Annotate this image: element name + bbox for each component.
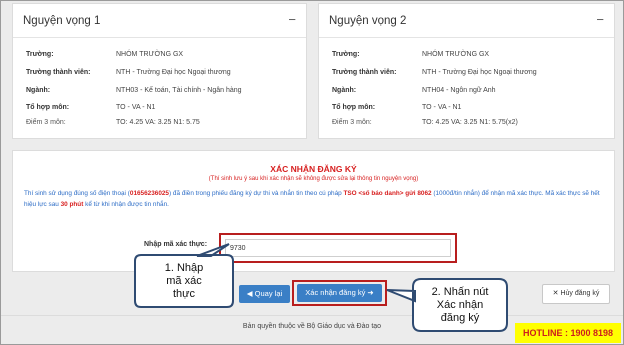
confirm-title: XÁC NHẬN ĐĂNG KÝ: [270, 164, 357, 174]
wish-2-title: Nguyện vọng 2: [329, 15, 407, 27]
callout-step-1: 1. Nhập mã xác thực: [164, 262, 204, 300]
label-scores: Điểm 3 môn:: [26, 119, 66, 126]
close-icon: ✕: [552, 290, 559, 297]
wish-1-card: Nguyện vọng 1 − Trường: NHÓM TRƯỜNG GX T…: [12, 3, 307, 139]
wish-1-header[interactable]: Nguyện vọng 1 −: [13, 4, 306, 38]
wish-2-card: Nguyện vọng 2 − Trường: NHÓM TRƯỜNG GX T…: [318, 3, 615, 139]
phone-number: 01656236025: [129, 190, 169, 197]
code-expiry: 30 phút: [60, 201, 84, 208]
label-subject-combo: Tổ hợp môn:: [332, 104, 376, 111]
confirm-button-highlight: Xác nhận đăng ký ➜: [292, 280, 387, 306]
back-button[interactable]: ◀︎ Quay lại: [239, 285, 290, 303]
hotline-badge: HOTLINE : 1900 8198: [515, 323, 621, 343]
value-major: NTH03 - Kế toán, Tài chính - Ngân hàng: [116, 87, 242, 94]
value-major: NTH04 - Ngôn ngữ Anh: [422, 87, 496, 94]
value-subject-combo: TO - VA - N1: [116, 104, 156, 111]
collapse-icon[interactable]: −: [596, 12, 604, 27]
app-frame: Nguyện vọng 1 − Trường: NHÓM TRƯỜNG GX T…: [0, 0, 624, 345]
label-major: Ngành:: [26, 87, 51, 94]
confirm-instructions: Thí sinh sử dụng đúng số điện thoại (016…: [24, 190, 600, 208]
label-scores: Điểm 3 môn:: [332, 119, 372, 126]
sms-syntax: TSO <số báo danh> gửi 8062: [343, 190, 432, 197]
arrow-right-icon: ➜: [367, 288, 374, 297]
confirm-registration-button[interactable]: Xác nhận đăng ký ➜: [297, 284, 382, 302]
back-label: Quay lại: [254, 289, 283, 298]
code-input-highlight: [219, 233, 457, 263]
label-member-school: Trường thành viên:: [332, 69, 397, 76]
footer-divider: [1, 315, 623, 316]
label-major: Ngành:: [332, 87, 357, 94]
code-label: Nhập mã xác thực:: [144, 241, 208, 248]
collapse-icon[interactable]: −: [288, 12, 296, 27]
value-member-school: NTH - Trường Đại học Ngoại thương: [422, 69, 537, 76]
confirm-label: Xác nhận đăng ký: [305, 288, 366, 297]
label-school: Trường:: [332, 51, 360, 58]
wish-2-header[interactable]: Nguyện vọng 2 −: [319, 4, 614, 38]
value-scores: TO: 4.25 VA: 3.25 N1: 5.75(x2): [422, 119, 518, 126]
confirm-warning: (Thí sinh lưu ý sau khi xác nhận sẽ khôn…: [208, 176, 419, 182]
value-school: NHÓM TRƯỜNG GX: [116, 51, 184, 58]
callout-step-2: 2. Nhấn nút Xác nhận đăng ký: [431, 286, 489, 324]
value-member-school: NTH - Trường Đại học Ngoại thương: [116, 69, 231, 76]
label-school: Trường:: [26, 51, 54, 58]
label-subject-combo: Tổ hợp môn:: [26, 104, 70, 111]
arrow-left-icon: ◀︎: [246, 289, 253, 298]
wish-1-title: Nguyện vọng 1: [23, 15, 101, 27]
cancel-registration-button[interactable]: ✕ Hủy đăng ký: [542, 284, 610, 304]
value-school: NHÓM TRƯỜNG GX: [422, 51, 490, 58]
verification-code-input[interactable]: [225, 239, 451, 257]
value-scores: TO: 4.25 VA: 3.25 N1: 5.75: [116, 119, 200, 126]
value-subject-combo: TO - VA - N1: [422, 104, 462, 111]
cancel-label: Hủy đăng ký: [560, 290, 600, 297]
label-member-school: Trường thành viên:: [26, 69, 91, 76]
